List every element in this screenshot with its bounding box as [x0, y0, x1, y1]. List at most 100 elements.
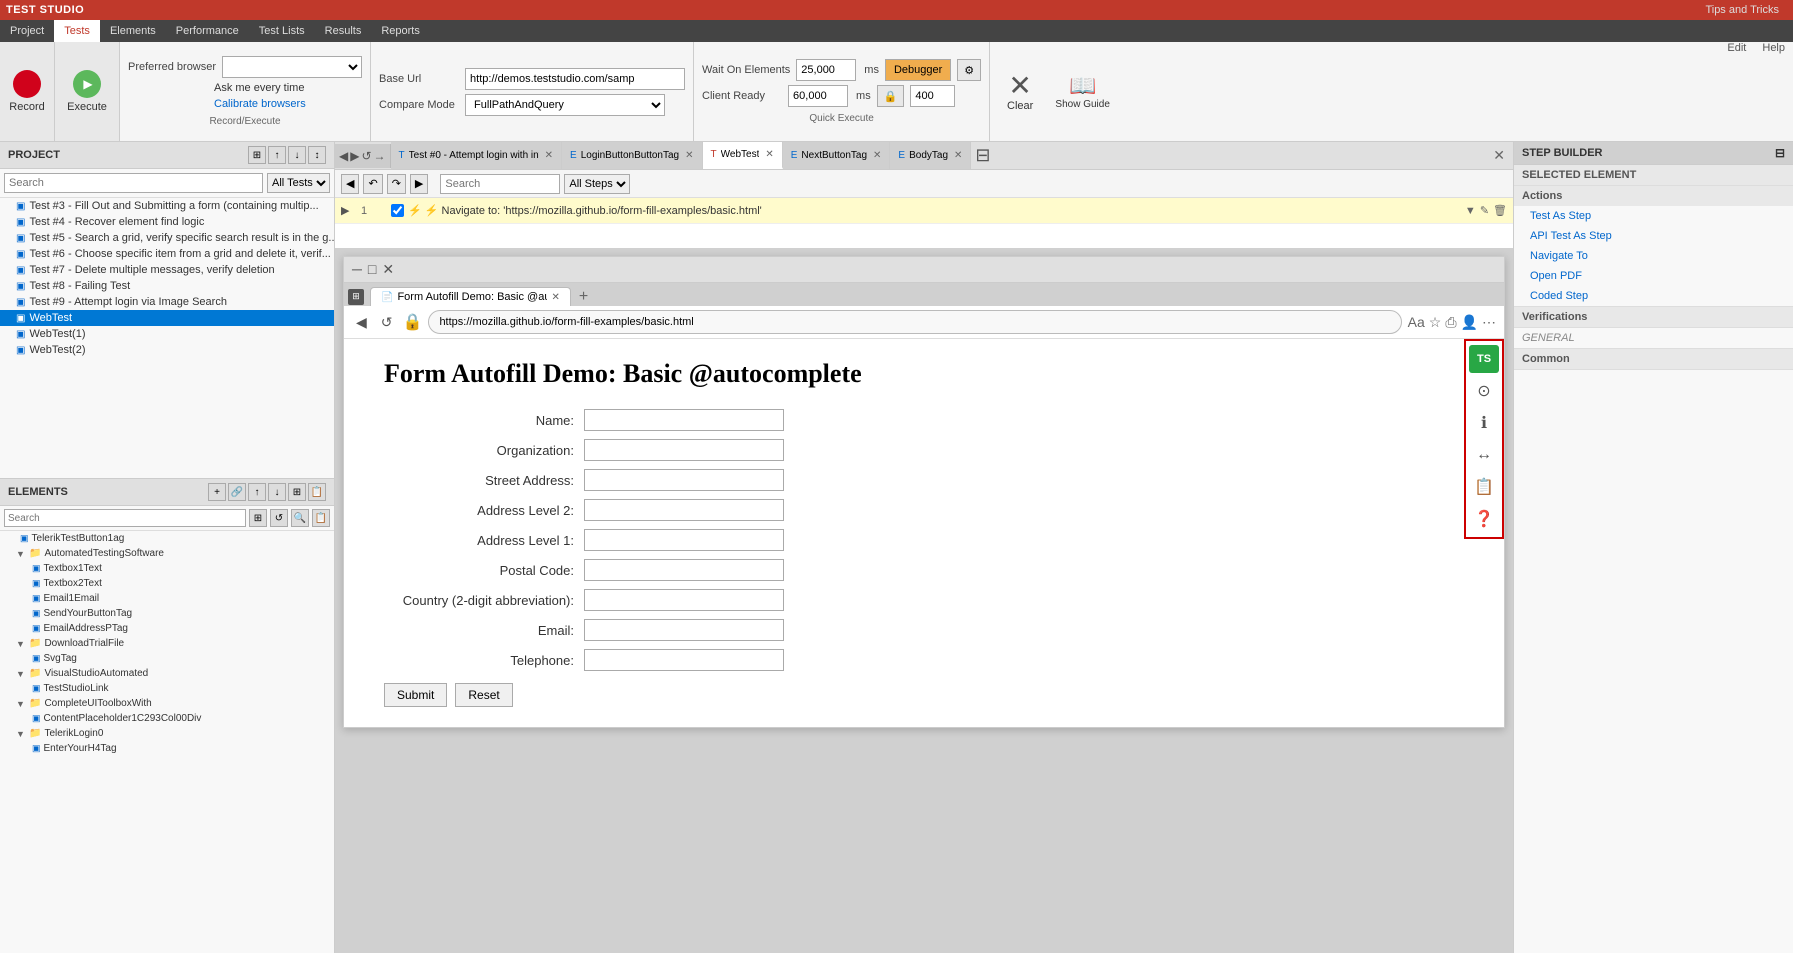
step-dropdown-icon[interactable]: ▼: [1465, 205, 1476, 217]
elem-download-trial[interactable]: ▼ 📁 DownloadTrialFile: [0, 636, 334, 651]
elem-icon-btn-3[interactable]: ↑: [248, 483, 266, 501]
tab-nav-refresh[interactable]: ↺: [361, 149, 371, 163]
elem-toolbar-btn-3[interactable]: 🔍: [291, 509, 309, 527]
ft-btn-4[interactable]: 📋: [1469, 473, 1499, 501]
elem-svg-tag[interactable]: ▣ SvgTag: [0, 651, 334, 666]
test-item-3[interactable]: ▣ Test #3 - Fill Out and Submitting a fo…: [0, 198, 334, 214]
browser-tab-1[interactable]: 📄 Form Autofill Demo: Basic @aut... ✕: [370, 287, 571, 306]
lock-icon-btn[interactable]: 🔒: [877, 85, 905, 107]
ft-btn-1[interactable]: ⊙: [1469, 377, 1499, 405]
elem-icon-btn-4[interactable]: ↓: [268, 483, 286, 501]
tab-nav-extra[interactable]: →: [374, 149, 386, 163]
ft-btn-5[interactable]: ❓: [1469, 505, 1499, 533]
ft-ts-button[interactable]: TS: [1469, 345, 1499, 373]
elem-telerik-test-button[interactable]: ▣ TelerikTestButton1ag: [0, 531, 334, 546]
calibrate-link[interactable]: Calibrate browsers: [214, 98, 306, 110]
tab-webtest-close[interactable]: ✕: [765, 149, 773, 160]
form-input-country[interactable]: [584, 589, 784, 611]
form-input-level2[interactable]: [584, 499, 784, 521]
elem-test-studio-link[interactable]: ▣ TestStudioLink: [0, 681, 334, 696]
menu-reports[interactable]: Reports: [371, 20, 430, 42]
sb-open-pdf[interactable]: Open PDF: [1514, 266, 1793, 286]
tab-login-button[interactable]: E LoginButtonButtonTag ✕: [562, 142, 702, 169]
browser-maximize-btn[interactable]: □: [368, 261, 376, 278]
project-icon-btn-4[interactable]: ↕: [308, 146, 326, 164]
elements-search-input[interactable]: [4, 509, 246, 527]
step-edit-icon[interactable]: ✎: [1480, 204, 1489, 217]
form-input-email[interactable]: [584, 619, 784, 641]
menu-project[interactable]: Project: [0, 20, 54, 42]
step-search-input[interactable]: [440, 174, 560, 194]
record-button[interactable]: Record: [0, 42, 55, 141]
elem-icon-btn-5[interactable]: ⊞: [288, 483, 306, 501]
elem-email-address-p[interactable]: ▣ EmailAddressPTag: [0, 621, 334, 636]
elem-toolbar-btn-1[interactable]: ⊞: [249, 509, 267, 527]
menu-results[interactable]: Results: [315, 20, 372, 42]
form-input-postal[interactable]: [584, 559, 784, 581]
menu-tests[interactable]: Tests: [54, 20, 100, 42]
browser-back-btn[interactable]: ◀: [352, 312, 371, 333]
preferred-browser-select[interactable]: [222, 56, 362, 78]
test-item-webtest[interactable]: ▣ WebTest: [0, 310, 334, 326]
tab-nav-back[interactable]: ◀: [339, 149, 348, 163]
test-item-8[interactable]: ▣ Test #8 - Failing Test: [0, 278, 334, 294]
browser-tab-close-1[interactable]: ✕: [551, 292, 559, 303]
form-input-name[interactable]: [584, 409, 784, 431]
form-submit-btn[interactable]: Submit: [384, 683, 447, 707]
form-reset-btn[interactable]: Reset: [455, 683, 512, 707]
elem-icon-btn-2[interactable]: 🔗: [228, 483, 246, 501]
elem-telerik-login[interactable]: ▼ 📁 TelerikLogin0: [0, 726, 334, 741]
client-ready-input[interactable]: [788, 85, 848, 107]
execute-button[interactable]: Execute: [55, 42, 120, 141]
browser-more-icon[interactable]: ⋯: [1482, 314, 1496, 331]
tab-test0-close[interactable]: ✕: [545, 150, 553, 161]
step-builder-collapse[interactable]: ⊟: [1775, 146, 1785, 160]
sb-test-as-step[interactable]: Test As Step: [1514, 206, 1793, 226]
test-item-webtest2[interactable]: ▣ WebTest(2): [0, 342, 334, 358]
sb-navigate-to[interactable]: Navigate To: [1514, 246, 1793, 266]
browser-minimize-btn[interactable]: ─: [352, 261, 362, 278]
elem-email1[interactable]: ▣ Email1Email: [0, 591, 334, 606]
tab-login-button-close[interactable]: ✕: [685, 150, 693, 161]
elem-content-placeholder[interactable]: ▣ ContentPlaceholder1C293Col00Div: [0, 711, 334, 726]
elem-textbox1[interactable]: ▣ Textbox1Text: [0, 561, 334, 576]
step-delete-icon[interactable]: 🗑: [1493, 204, 1507, 217]
menu-testlists[interactable]: Test Lists: [249, 20, 315, 42]
tab-body-tag[interactable]: E BodyTag ✕: [890, 142, 971, 169]
test-item-7[interactable]: ▣ Test #7 - Delete multiple messages, ve…: [0, 262, 334, 278]
browser-add-tab[interactable]: +: [573, 288, 594, 306]
wait-elements-input[interactable]: [796, 59, 856, 81]
elem-toolbar-btn-4[interactable]: 📋: [312, 509, 330, 527]
debugger-button[interactable]: Debugger: [885, 59, 951, 81]
clear-button[interactable]: ✕ Clear: [990, 42, 1050, 141]
browser-close-btn[interactable]: ✕: [382, 261, 394, 278]
tab-next-button-close[interactable]: ✕: [873, 150, 881, 161]
project-icon-btn-2[interactable]: ↑: [268, 146, 286, 164]
test-item-5[interactable]: ▣ Test #5 - Search a grid, verify specif…: [0, 230, 334, 246]
browser-refresh-btn[interactable]: ↺: [377, 312, 397, 333]
zoom-input[interactable]: [910, 85, 955, 107]
elem-enter-your-h4[interactable]: ▣ EnterYourH4Tag: [0, 741, 334, 756]
sb-coded-step[interactable]: Coded Step: [1514, 286, 1793, 306]
elem-textbox2[interactable]: ▣ Textbox2Text: [0, 576, 334, 591]
step-filter-select[interactable]: All Steps: [564, 174, 630, 194]
project-filter-select[interactable]: All Tests: [267, 173, 330, 193]
form-input-org[interactable]: [584, 439, 784, 461]
compare-mode-select[interactable]: FullPathAndQuery: [465, 94, 665, 116]
tab-nav-forward[interactable]: ▶: [350, 149, 359, 163]
step-forward-btn[interactable]: ▶: [410, 174, 428, 194]
form-input-telephone[interactable]: [584, 649, 784, 671]
browser-star-icon[interactable]: ☆: [1429, 314, 1442, 331]
elem-visual-studio[interactable]: ▼ 📁 VisualStudioAutomated: [0, 666, 334, 681]
project-search-input[interactable]: [4, 173, 263, 193]
settings-icon-btn[interactable]: ⚙: [957, 59, 981, 81]
base-url-input[interactable]: [465, 68, 685, 90]
elem-complete-ui[interactable]: ▼ 📁 CompleteUIToolboxWith: [0, 696, 334, 711]
tab-next-button[interactable]: E NextButtonTag ✕: [783, 142, 891, 169]
elem-send-button[interactable]: ▣ SendYourButtonTag: [0, 606, 334, 621]
step-check-1[interactable]: [391, 204, 404, 217]
panel-close-btn[interactable]: ✕: [1485, 147, 1513, 164]
step-redo-btn[interactable]: ↷: [387, 174, 406, 194]
form-input-level1[interactable]: [584, 529, 784, 551]
show-guide-button[interactable]: 📖 Show Guide: [1050, 42, 1115, 141]
